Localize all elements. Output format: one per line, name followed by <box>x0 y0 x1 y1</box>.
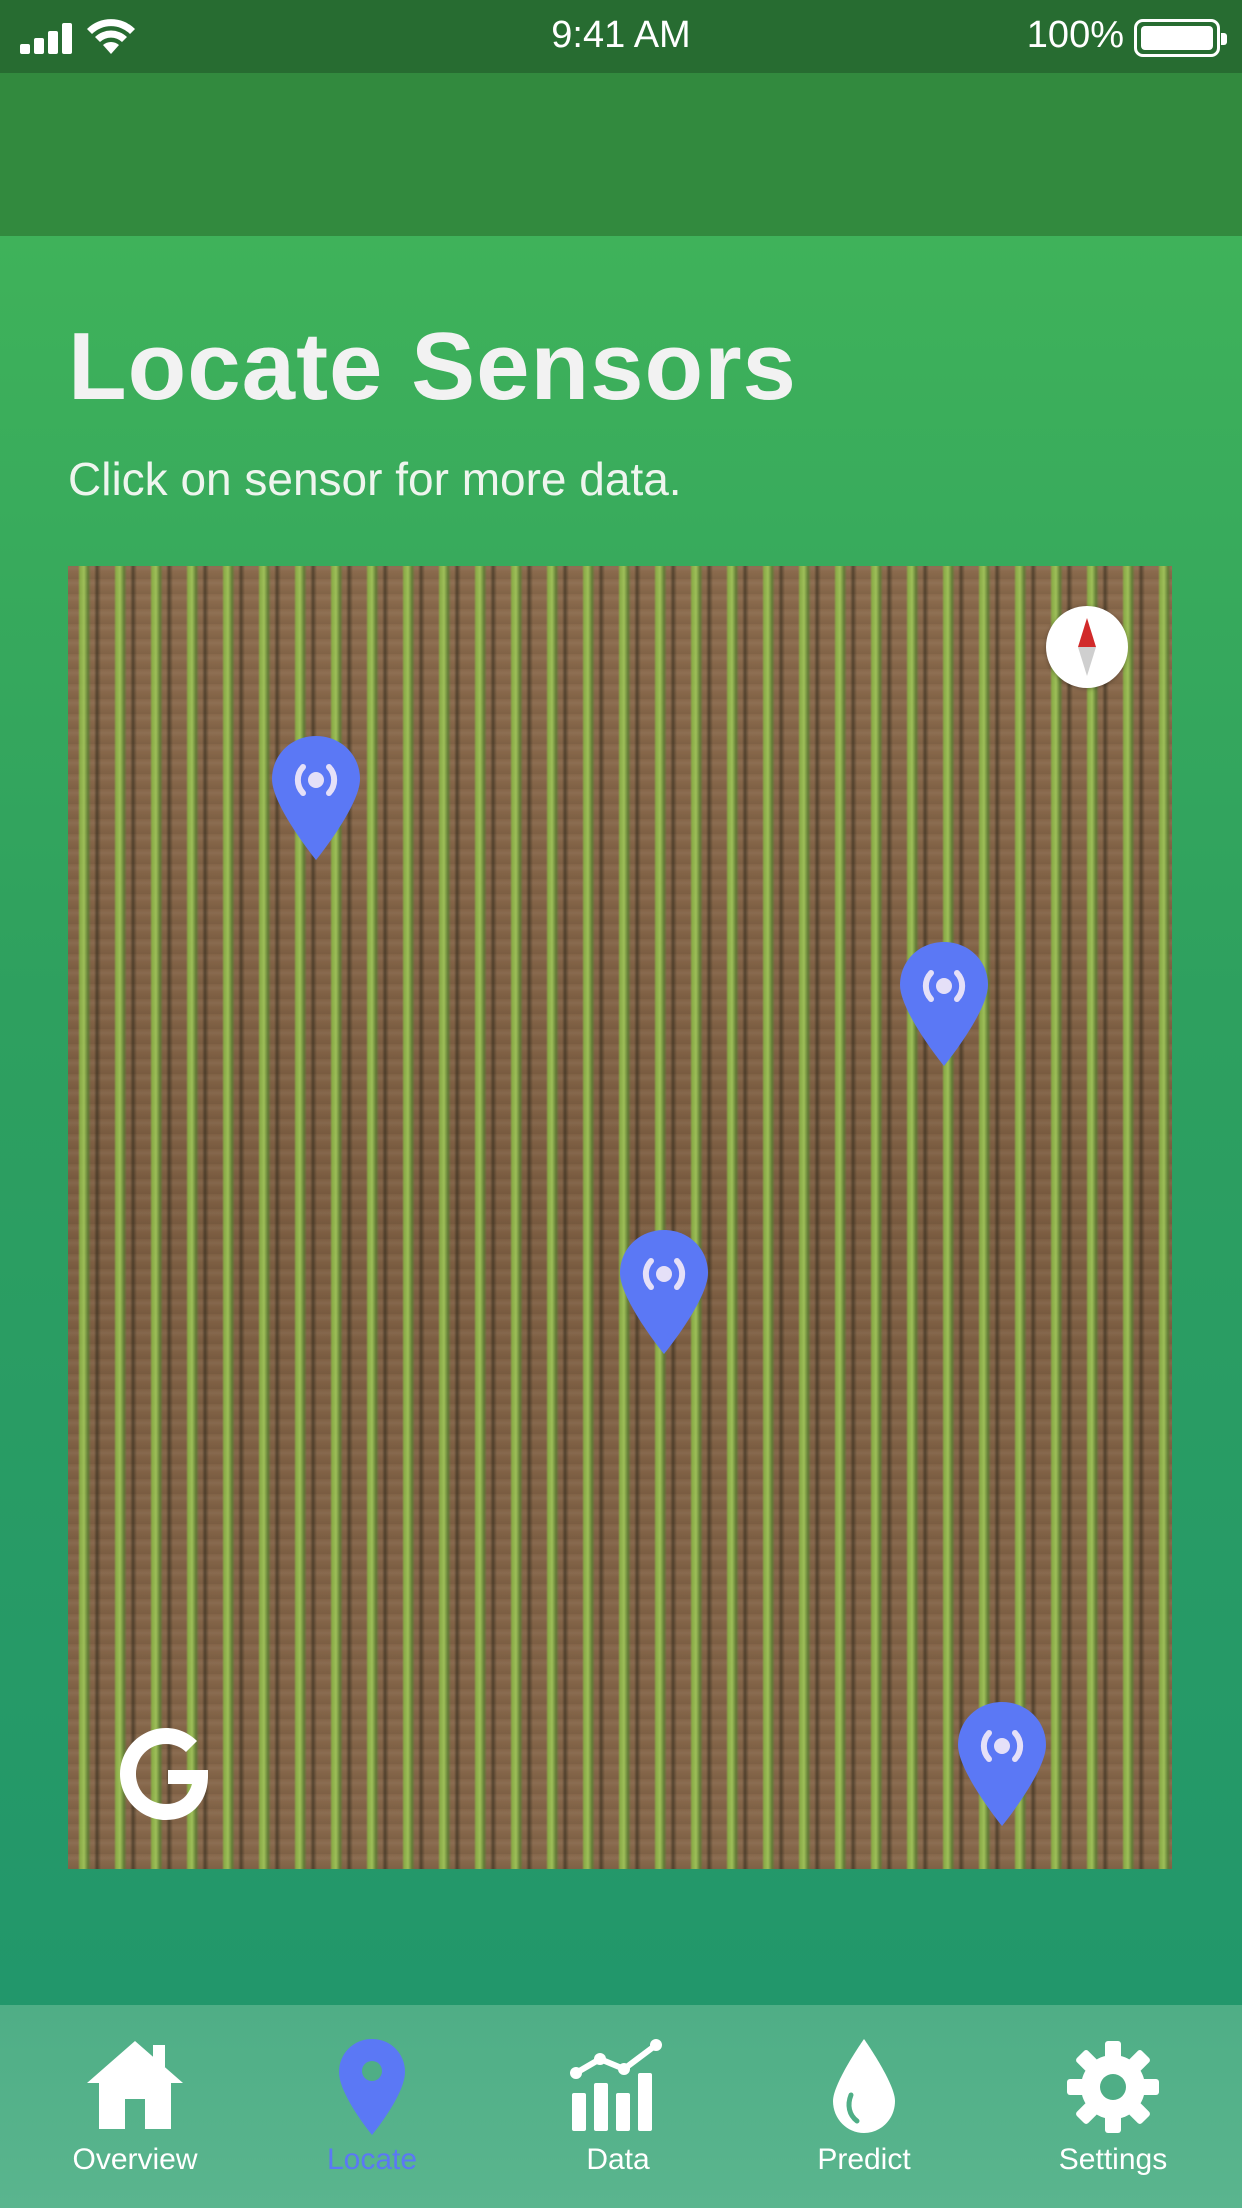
tab-label: Locate <box>326 2143 418 2176</box>
page-subtitle: Click on sensor for more data. <box>68 453 682 505</box>
page-title: Locate Sensors <box>68 313 797 420</box>
tab-locate[interactable]: Locate <box>272 2005 472 2208</box>
gear-icon <box>1067 2041 1159 2133</box>
tab-label: Data <box>586 2143 650 2176</box>
status-bar: 9:41 AM 100% <box>0 0 1242 73</box>
compass-icon[interactable] <box>1046 606 1128 688</box>
battery-percentage: 100% <box>1026 14 1124 56</box>
droplet-icon <box>833 2039 895 2133</box>
tab-label: Predict <box>817 2143 911 2176</box>
location-pin-icon <box>339 2039 405 2135</box>
tab-overview[interactable]: Overview <box>35 2005 235 2208</box>
sensor-pin-icon[interactable] <box>898 940 990 1068</box>
google-logo <box>120 1728 208 1820</box>
tab-settings[interactable]: Settings <box>1013 2005 1213 2208</box>
battery-icon <box>1134 19 1227 57</box>
sensor-map[interactable] <box>68 566 1172 1869</box>
tab-bar: Overview Locate Data Predict Settings <box>0 2005 1242 2208</box>
tab-label: Overview <box>72 2143 198 2176</box>
tab-label: Settings <box>1058 2143 1168 2176</box>
sensor-pin-icon[interactable] <box>618 1228 710 1356</box>
home-icon <box>87 2041 183 2129</box>
sensor-pin-icon[interactable] <box>956 1700 1048 1828</box>
navigation-bar <box>0 73 1242 236</box>
chart-icon <box>570 2039 662 2131</box>
tab-data[interactable]: Data <box>518 2005 718 2208</box>
tab-predict[interactable]: Predict <box>764 2005 964 2208</box>
sensor-pin-icon[interactable] <box>270 734 362 862</box>
